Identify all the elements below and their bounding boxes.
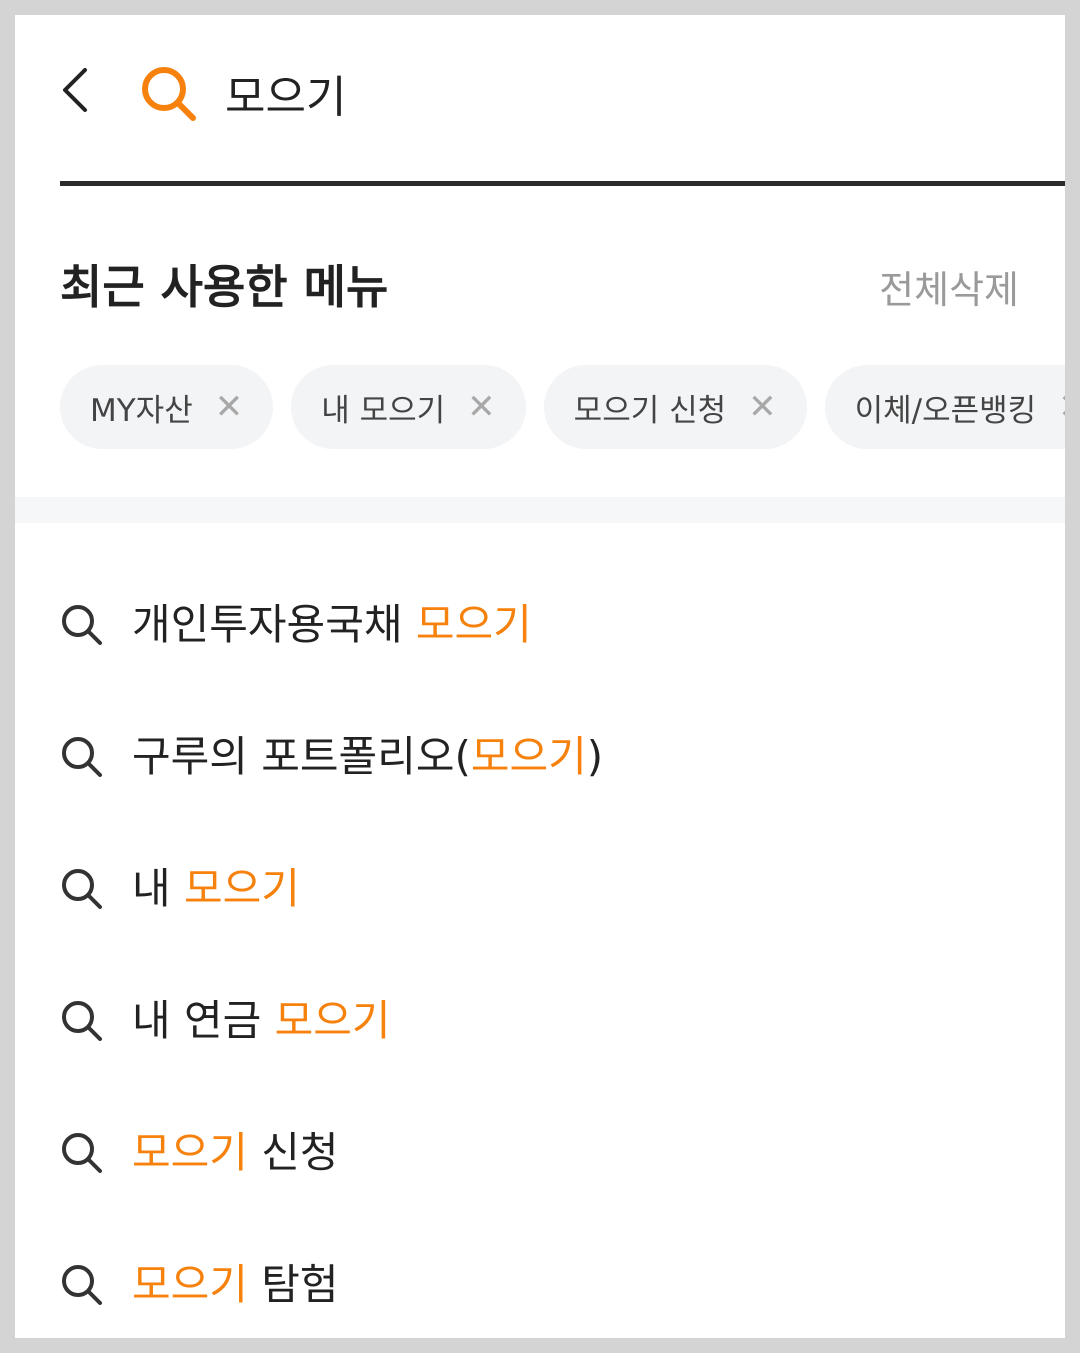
search-icon	[142, 67, 196, 121]
recent-chip-my-assets[interactable]: MY자산 ✕	[60, 365, 274, 449]
section-divider	[15, 497, 1065, 523]
chip-label: 내 모으기	[321, 392, 446, 429]
result-label: 모으기 신청	[132, 1128, 339, 1177]
result-highlight: 모으기	[132, 1128, 248, 1177]
result-highlight: 모으기	[184, 864, 300, 913]
chip-label: MY자산	[90, 392, 193, 429]
search-input[interactable]	[225, 63, 1005, 123]
result-label: 모으기 탐험	[132, 1260, 339, 1309]
result-highlight: 모으기	[132, 1260, 248, 1309]
search-icon	[62, 605, 102, 645]
chevron-left-icon	[63, 68, 87, 112]
recent-chip-transfer[interactable]: 이체/오픈뱅킹 ✕	[824, 365, 1065, 449]
recent-menu-title: 최근 사용한 메뉴	[60, 260, 389, 314]
close-icon[interactable]: ✕	[215, 387, 244, 427]
result-label: 구루의 포트폴리오(모으기)	[132, 732, 604, 781]
result-highlight: 모으기	[274, 996, 391, 1045]
search-result-item[interactable]: 내 연금 모으기	[60, 971, 1020, 1103]
result-label: 개인투자용국채 모으기	[132, 600, 532, 649]
result-highlight: 모으기	[415, 600, 532, 649]
result-label: 내 모으기	[132, 864, 300, 913]
back-button[interactable]	[55, 65, 95, 115]
search-icon	[62, 869, 102, 909]
recent-chip-my-savings[interactable]: 내 모으기 ✕	[291, 365, 526, 449]
close-icon[interactable]: ✕	[1058, 387, 1065, 427]
search-result-item[interactable]: 모으기 탐험	[60, 1235, 1020, 1338]
search-result-item[interactable]: 개인투자용국채 모으기	[60, 575, 1020, 707]
result-highlight: 모으기	[470, 732, 587, 781]
search-icon	[62, 1133, 102, 1173]
search-screen: 최근 사용한 메뉴 전체삭제 MY자산 ✕ 내 모으기 ✕ 모으기 신청 ✕ 이…	[15, 15, 1065, 1338]
result-label: 내 연금 모으기	[132, 996, 391, 1045]
search-result-item[interactable]: 모으기 신청	[60, 1103, 1020, 1235]
search-result-item[interactable]: 구루의 포트폴리오(모으기)	[60, 707, 1020, 839]
clear-all-button[interactable]: 전체삭제	[879, 259, 1019, 314]
close-icon[interactable]: ✕	[467, 387, 496, 427]
recent-chip-savings-apply[interactable]: 모으기 신청 ✕	[543, 365, 807, 449]
search-underline	[60, 181, 1065, 186]
search-icon	[62, 737, 102, 777]
chip-label: 이체/오픈뱅킹	[854, 392, 1037, 429]
chip-label: 모으기 신청	[573, 392, 727, 429]
recent-chip-list: MY자산 ✕ 내 모으기 ✕ 모으기 신청 ✕ 이체/오픈뱅킹 ✕	[60, 365, 1065, 449]
search-result-list: 개인투자용국채 모으기 구루의 포트폴리오(모으기) 내 모으기 내 연금 모으…	[60, 575, 1020, 1338]
search-icon	[62, 1265, 102, 1305]
search-icon	[62, 1001, 102, 1041]
search-result-item[interactable]: 내 모으기	[60, 839, 1020, 971]
close-icon[interactable]: ✕	[748, 387, 777, 427]
